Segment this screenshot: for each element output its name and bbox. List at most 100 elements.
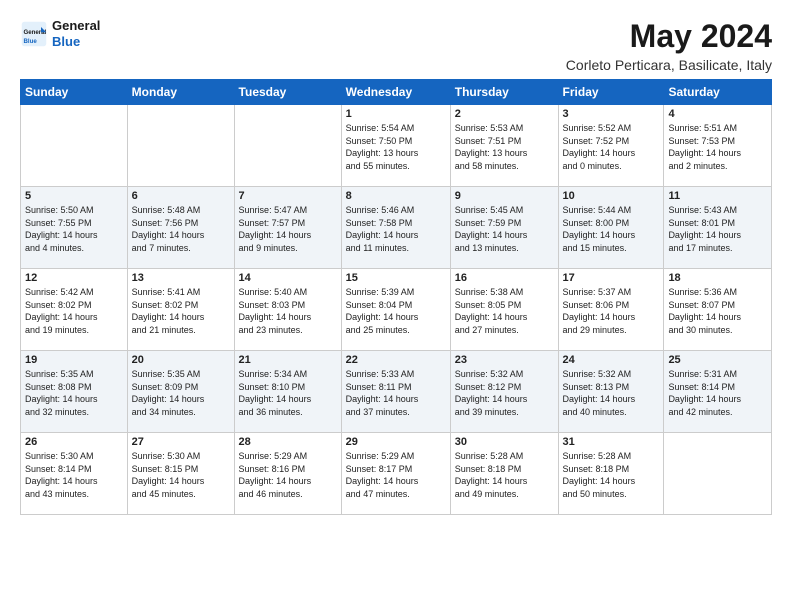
day-number: 11: [668, 190, 767, 202]
day-info: Sunrise: 5:43 AM Sunset: 8:01 PM Dayligh…: [668, 204, 767, 254]
title-block: May 2024 Corleto Perticara, Basilicate, …: [566, 18, 772, 73]
day-info: Sunrise: 5:41 AM Sunset: 8:02 PM Dayligh…: [132, 286, 230, 336]
table-row: 14 Sunrise: 5:40 AM Sunset: 8:03 PM Dayli…: [234, 269, 341, 351]
table-row: 4 Sunrise: 5:51 AM Sunset: 7:53 PM Daylig…: [664, 105, 772, 187]
day-number: 22: [346, 354, 446, 366]
table-row: [127, 105, 234, 187]
subtitle: Corleto Perticara, Basilicate, Italy: [566, 57, 772, 73]
table-row: 10Sunrise: 5:44 AM Sunset: 8:00 PM Dayli…: [558, 187, 664, 269]
day-info: Sunrise: 5:54 AM Sunset: 7:50 PM Dayligh…: [346, 122, 446, 172]
day-number: 15: [346, 272, 446, 284]
table-row: 13 Sunrise: 5:41 AM Sunset: 8:02 PM Dayli…: [127, 269, 234, 351]
day-info: Sunrise: 5:50 AM Sunset: 7:55 PM Dayligh…: [25, 204, 123, 254]
day-info: Sunrise: 5:46 AM Sunset: 7:58 PM Dayligh…: [346, 204, 446, 254]
day-number: 20: [132, 354, 230, 366]
day-number: 23: [455, 354, 554, 366]
calendar-table: Sunday Monday Tuesday Wednesday Thursday…: [20, 79, 772, 515]
table-row: 22 Sunrise: 5:33 AM Sunset: 8:11 PM Dayli…: [341, 351, 450, 433]
day-number: 14: [239, 272, 337, 284]
day-number: 6: [132, 190, 230, 202]
table-row: 11 Sunrise: 5:43 AM Sunset: 8:01 PM Dayli…: [664, 187, 772, 269]
day-info: Sunrise: 5:29 AM Sunset: 8:17 PM Dayligh…: [346, 450, 446, 500]
day-number: 19: [25, 354, 123, 366]
day-number: 30: [455, 436, 554, 448]
calendar-week-row: 12 Sunrise: 5:42 AM Sunset: 8:02 PM Dayli…: [21, 269, 772, 351]
day-number: 13: [132, 272, 230, 284]
col-wednesday: Wednesday: [341, 80, 450, 105]
day-number: 17: [563, 272, 660, 284]
day-number: 12: [25, 272, 123, 284]
table-row: 16Sunrise: 5:38 AM Sunset: 8:05 PM Dayli…: [450, 269, 558, 351]
day-info: Sunrise: 5:37 AM Sunset: 8:06 PM Dayligh…: [563, 286, 660, 336]
page: General Blue General Blue May 2024 Corle…: [0, 0, 792, 612]
day-info: Sunrise: 5:42 AM Sunset: 8:02 PM Dayligh…: [25, 286, 123, 336]
col-sunday: Sunday: [21, 80, 128, 105]
table-row: 15Sunrise: 5:39 AM Sunset: 8:04 PM Dayli…: [341, 269, 450, 351]
calendar-header-row: Sunday Monday Tuesday Wednesday Thursday…: [21, 80, 772, 105]
table-row: 2 Sunrise: 5:53 AM Sunset: 7:51 PM Daylig…: [450, 105, 558, 187]
table-row: 3 Sunrise: 5:52 AM Sunset: 7:52 PM Daylig…: [558, 105, 664, 187]
table-row: [21, 105, 128, 187]
col-tuesday: Tuesday: [234, 80, 341, 105]
calendar-week-row: 5 Sunrise: 5:50 AM Sunset: 7:55 PM Daylig…: [21, 187, 772, 269]
day-info: Sunrise: 5:51 AM Sunset: 7:53 PM Dayligh…: [668, 122, 767, 172]
table-row: 7 Sunrise: 5:47 AM Sunset: 7:57 PM Daylig…: [234, 187, 341, 269]
day-info: Sunrise: 5:35 AM Sunset: 8:09 PM Dayligh…: [132, 368, 230, 418]
day-number: 10: [563, 190, 660, 202]
col-saturday: Saturday: [664, 80, 772, 105]
day-number: 1: [346, 108, 446, 120]
logo-text: General Blue: [52, 18, 100, 49]
table-row: 17 Sunrise: 5:37 AM Sunset: 8:06 PM Dayli…: [558, 269, 664, 351]
day-info: Sunrise: 5:53 AM Sunset: 7:51 PM Dayligh…: [455, 122, 554, 172]
table-row: 18Sunrise: 5:36 AM Sunset: 8:07 PM Dayli…: [664, 269, 772, 351]
day-info: Sunrise: 5:47 AM Sunset: 7:57 PM Dayligh…: [239, 204, 337, 254]
col-monday: Monday: [127, 80, 234, 105]
day-info: Sunrise: 5:33 AM Sunset: 8:11 PM Dayligh…: [346, 368, 446, 418]
table-row: 26 Sunrise: 5:30 AM Sunset: 8:14 PM Dayli…: [21, 433, 128, 515]
day-number: 28: [239, 436, 337, 448]
day-info: Sunrise: 5:28 AM Sunset: 8:18 PM Dayligh…: [455, 450, 554, 500]
day-info: Sunrise: 5:52 AM Sunset: 7:52 PM Dayligh…: [563, 122, 660, 172]
day-info: Sunrise: 5:35 AM Sunset: 8:08 PM Dayligh…: [25, 368, 123, 418]
day-number: 26: [25, 436, 123, 448]
day-info: Sunrise: 5:28 AM Sunset: 8:18 PM Dayligh…: [563, 450, 660, 500]
table-row: 25 Sunrise: 5:31 AM Sunset: 8:14 PM Dayli…: [664, 351, 772, 433]
table-row: 31 Sunrise: 5:28 AM Sunset: 8:18 PM Dayli…: [558, 433, 664, 515]
table-row: 24 Sunrise: 5:32 AM Sunset: 8:13 PM Dayli…: [558, 351, 664, 433]
day-number: 7: [239, 190, 337, 202]
table-row: 8Sunrise: 5:46 AM Sunset: 7:58 PM Daylig…: [341, 187, 450, 269]
day-info: Sunrise: 5:31 AM Sunset: 8:14 PM Dayligh…: [668, 368, 767, 418]
day-info: Sunrise: 5:32 AM Sunset: 8:13 PM Dayligh…: [563, 368, 660, 418]
table-row: 12 Sunrise: 5:42 AM Sunset: 8:02 PM Dayli…: [21, 269, 128, 351]
day-info: Sunrise: 5:34 AM Sunset: 8:10 PM Dayligh…: [239, 368, 337, 418]
day-number: 3: [563, 108, 660, 120]
day-info: Sunrise: 5:30 AM Sunset: 8:14 PM Dayligh…: [25, 450, 123, 500]
table-row: 6 Sunrise: 5:48 AM Sunset: 7:56 PM Daylig…: [127, 187, 234, 269]
day-info: Sunrise: 5:30 AM Sunset: 8:15 PM Dayligh…: [132, 450, 230, 500]
day-number: 25: [668, 354, 767, 366]
table-row: 27Sunrise: 5:30 AM Sunset: 8:15 PM Dayli…: [127, 433, 234, 515]
main-title: May 2024: [566, 18, 772, 55]
table-row: 5 Sunrise: 5:50 AM Sunset: 7:55 PM Daylig…: [21, 187, 128, 269]
day-number: 18: [668, 272, 767, 284]
day-number: 2: [455, 108, 554, 120]
calendar-week-row: 1 Sunrise: 5:54 AM Sunset: 7:50 PM Daylig…: [21, 105, 772, 187]
table-row: 1 Sunrise: 5:54 AM Sunset: 7:50 PM Daylig…: [341, 105, 450, 187]
calendar-week-row: 19 Sunrise: 5:35 AM Sunset: 8:08 PM Dayli…: [21, 351, 772, 433]
col-thursday: Thursday: [450, 80, 558, 105]
day-info: Sunrise: 5:38 AM Sunset: 8:05 PM Dayligh…: [455, 286, 554, 336]
logo: General Blue General Blue: [20, 18, 100, 49]
day-number: 5: [25, 190, 123, 202]
svg-text:Blue: Blue: [24, 37, 38, 44]
day-info: Sunrise: 5:40 AM Sunset: 8:03 PM Dayligh…: [239, 286, 337, 336]
header: General Blue General Blue May 2024 Corle…: [20, 18, 772, 73]
day-info: Sunrise: 5:32 AM Sunset: 8:12 PM Dayligh…: [455, 368, 554, 418]
day-number: 31: [563, 436, 660, 448]
col-friday: Friday: [558, 80, 664, 105]
day-number: 4: [668, 108, 767, 120]
calendar-week-row: 26 Sunrise: 5:30 AM Sunset: 8:14 PM Dayli…: [21, 433, 772, 515]
day-number: 21: [239, 354, 337, 366]
day-info: Sunrise: 5:48 AM Sunset: 7:56 PM Dayligh…: [132, 204, 230, 254]
day-number: 24: [563, 354, 660, 366]
table-row: 30 Sunrise: 5:28 AM Sunset: 8:18 PM Dayli…: [450, 433, 558, 515]
